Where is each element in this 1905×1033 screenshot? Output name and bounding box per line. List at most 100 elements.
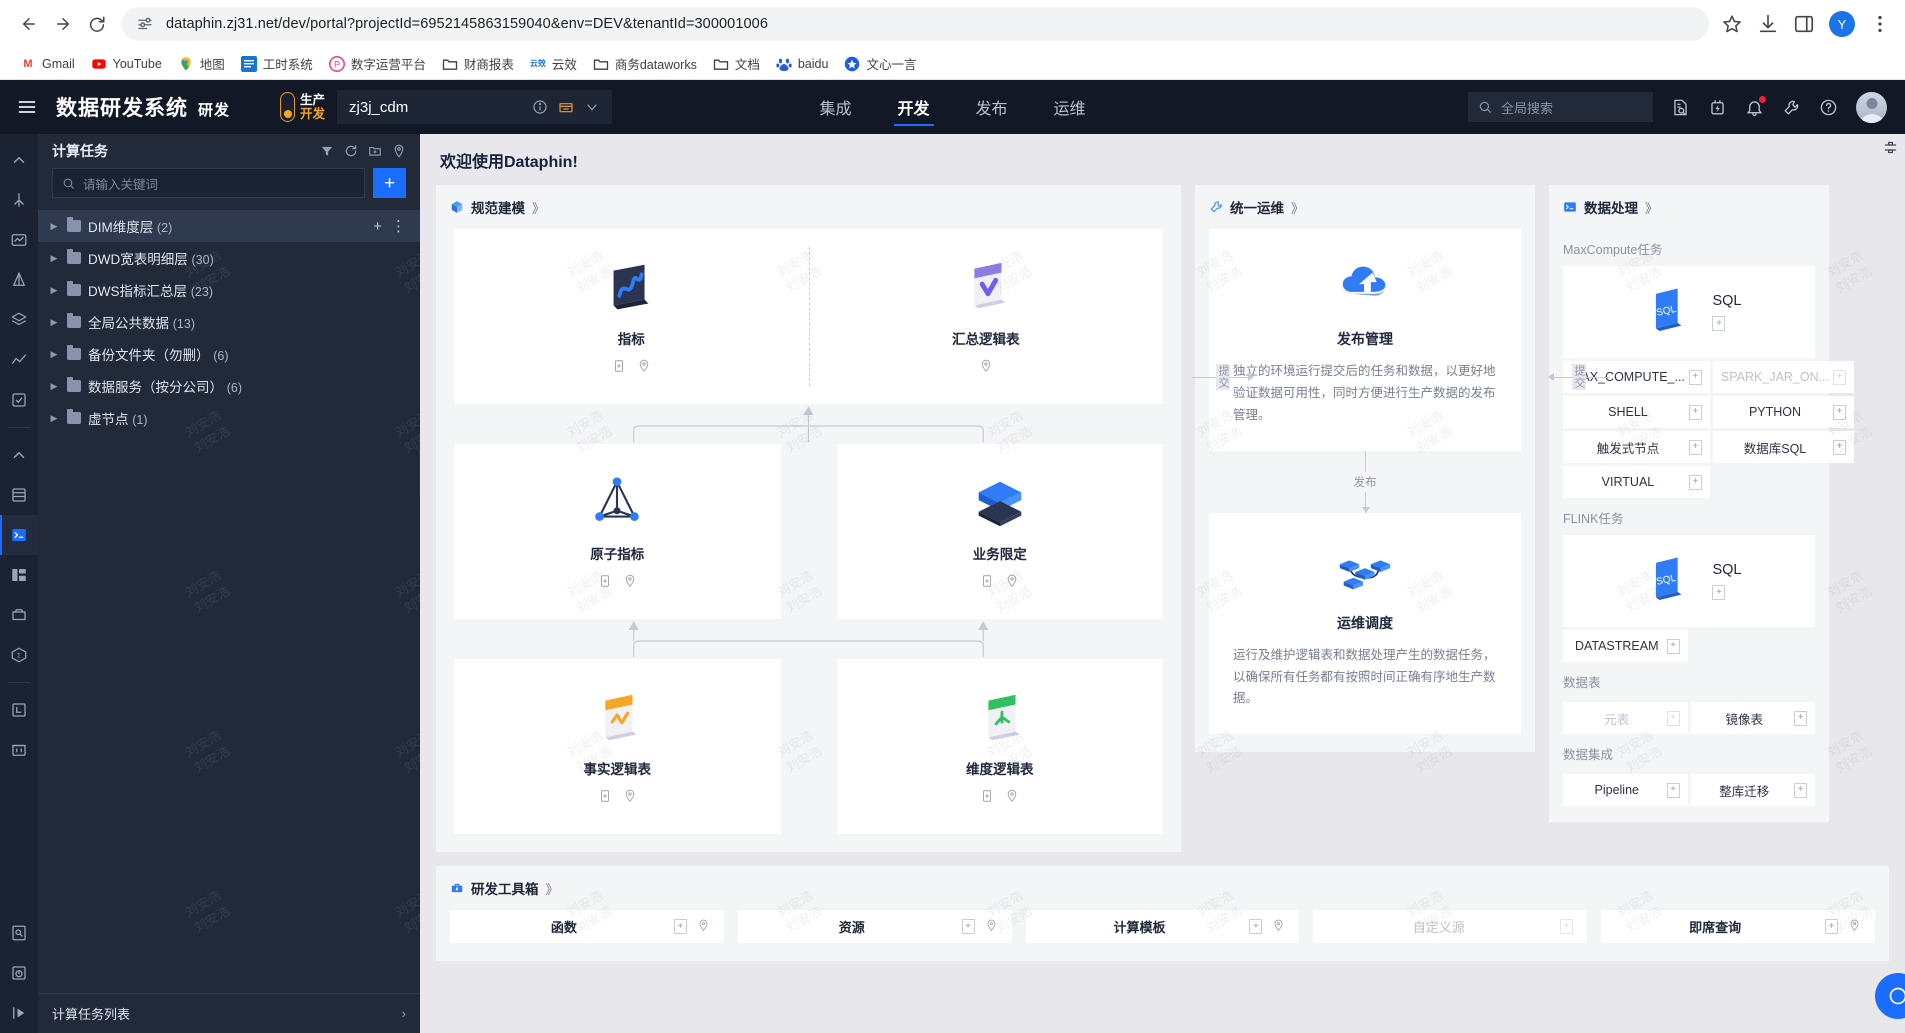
layout-toggle-icon[interactable] [1875, 134, 1905, 160]
user-avatar[interactable] [1856, 91, 1887, 123]
proc-item-datastream[interactable]: DATASTREAM + [1563, 630, 1688, 662]
proc-item-pipeline[interactable]: Pipeline + [1563, 774, 1688, 806]
rail-atomic-icon[interactable] [0, 260, 38, 300]
bookmark-item[interactable]: 云效 云效 [522, 51, 585, 76]
modeling-expand-chevrons[interactable]: 》 [532, 198, 545, 217]
bookmark-item[interactable]: baidu [768, 53, 837, 75]
side-panel-icon[interactable] [1793, 13, 1815, 35]
env-label-prod[interactable]: 生产 [300, 93, 325, 107]
env-switch-pill[interactable] [280, 92, 296, 122]
chevron-right-icon[interactable]: ▶ [48, 253, 60, 264]
locate-icon[interactable] [1272, 919, 1285, 935]
card-dimension-table[interactable]: 维度逻辑表 [836, 659, 1163, 834]
project-bank-icon[interactable] [558, 99, 574, 115]
proc-item-whole-db-migration[interactable]: 整库迁移 + [1690, 774, 1815, 806]
add-icon[interactable]: + [1794, 710, 1807, 726]
add-icon[interactable] [980, 574, 994, 591]
rail-model-icon[interactable] [0, 180, 38, 220]
browser-profile-avatar[interactable]: Y [1829, 11, 1855, 37]
tree-node-global-public[interactable]: ▶ 全局公共数据 (13) [38, 306, 420, 338]
toolbox-item-function[interactable]: 函数 + [450, 910, 724, 943]
add-icon[interactable]: + [1794, 782, 1807, 798]
rail-layers-icon[interactable] [0, 300, 38, 340]
bookmark-item[interactable]: M Gmail [12, 53, 83, 75]
add-icon[interactable]: + [1688, 474, 1702, 490]
sidebar-search-input[interactable]: 请输入关键词 [52, 168, 365, 198]
add-icon[interactable]: + [1666, 638, 1680, 654]
info-circle-icon[interactable] [532, 99, 548, 115]
tab-publish[interactable]: 发布 [972, 80, 1012, 134]
project-selector[interactable]: zj3j_cdm [337, 90, 613, 124]
chevron-right-icon[interactable]: ▶ [48, 349, 60, 360]
chevron-right-icon[interactable]: ▶ [48, 381, 60, 392]
tab-operations[interactable]: 运维 [1050, 80, 1090, 134]
tree-node-virtual[interactable]: ▶ 虚节点 (1) [38, 402, 420, 434]
bookmark-item[interactable]: 商务dataworks [585, 51, 705, 76]
bookmark-item[interactable]: 文心一言 [836, 51, 924, 76]
rail-expand-icon[interactable] [0, 993, 38, 1033]
rail-function-icon[interactable]: Σ [0, 635, 38, 675]
tab-integration[interactable]: 集成 [815, 80, 855, 134]
locate-icon[interactable] [623, 574, 637, 591]
help-circle-icon[interactable] [1819, 98, 1838, 117]
ops-expand-chevrons[interactable]: 》 [1291, 198, 1304, 217]
proc-item-database-sql[interactable]: 数据库SQL + [1712, 431, 1855, 463]
rail-compute-task-icon[interactable] [0, 515, 38, 555]
chevron-right-icon[interactable]: ▶ [48, 221, 60, 232]
chevron-right-icon[interactable]: ▶ [48, 285, 60, 296]
proc-item-virtual[interactable]: VIRTUAL + [1563, 466, 1710, 498]
bookmark-star-icon[interactable] [1721, 13, 1743, 35]
tree-node-data-service[interactable]: ▶ 数据服务（按分公司） (6) [38, 370, 420, 402]
more-icon[interactable]: ⋮ [391, 219, 406, 234]
card-fact-table[interactable]: 事实逻辑表 [454, 659, 781, 834]
add-icon[interactable] [612, 359, 626, 376]
sidebar-footer-compute-task-list[interactable]: 计算任务列表 › [38, 993, 420, 1033]
flink-sql-hero[interactable]: SQL SQL + [1563, 535, 1815, 627]
proc-item-python[interactable]: PYTHON + [1712, 396, 1855, 428]
download-icon[interactable] [1757, 13, 1779, 35]
processing-expand-chevrons[interactable]: 》 [1645, 198, 1658, 217]
toolbox-item-compute-template[interactable]: 计算模板 + [1025, 910, 1300, 943]
env-label-dev[interactable]: 开发 [300, 107, 325, 121]
card-summary-table[interactable]: 汇总逻辑表 [809, 229, 1164, 404]
environment-toggle[interactable]: 生产 开发 [280, 92, 325, 122]
rail-trend-icon[interactable] [0, 340, 38, 380]
help-fab-button[interactable] [1875, 973, 1905, 1019]
locate-icon[interactable] [637, 359, 651, 376]
tree-node-dws[interactable]: ▶ DWS指标汇总层 (23) [38, 274, 420, 306]
tab-development[interactable]: 开发 [893, 80, 934, 134]
toolbox-item-resource[interactable]: 资源 + [737, 910, 1012, 943]
chevron-right-icon[interactable]: ▶ [48, 413, 60, 424]
rail-quality-icon[interactable] [0, 380, 38, 420]
menu-toggle-icon[interactable] [0, 80, 54, 134]
tree-node-dim[interactable]: ▶ DIM维度层 (2) + ⋮ [38, 210, 420, 242]
bookmark-item[interactable]: P 数字运营平台 [321, 51, 434, 76]
toolbox-expand-chevrons[interactable]: 》 [546, 879, 559, 898]
add-icon[interactable]: + [1833, 404, 1847, 420]
locate-icon[interactable] [1848, 919, 1861, 935]
doc-search-icon[interactable] [1671, 98, 1690, 117]
card-publish-management[interactable]: 发布管理 独立的环境运行提交后的任务和数据，以更好地验证数据可用性，同时方便进行… [1209, 229, 1521, 451]
bell-icon[interactable] [1745, 95, 1766, 117]
add-icon[interactable]: + [1666, 782, 1680, 798]
add-icon[interactable]: + [1712, 585, 1726, 600]
bookmark-item[interactable]: 工时系统 [233, 51, 321, 76]
rail-metric-icon[interactable] [0, 220, 38, 260]
tree-node-dwd[interactable]: ▶ DWD宽表明细层 (30) [38, 242, 420, 274]
add-icon[interactable]: + [673, 919, 687, 934]
new-folder-icon[interactable] [368, 144, 382, 158]
add-icon[interactable] [980, 789, 994, 806]
back-button[interactable] [14, 9, 44, 39]
forward-button[interactable] [48, 9, 78, 39]
rail-search-doc-icon[interactable] [0, 913, 38, 953]
wrench-icon[interactable] [1782, 98, 1801, 117]
add-task-button[interactable]: + [373, 168, 406, 198]
locate-icon[interactable] [697, 919, 710, 935]
bookmark-item[interactable]: 文档 [705, 51, 768, 76]
address-bar[interactable]: dataphin.zj31.net/dev/portal?projectId=6… [122, 7, 1709, 41]
chevron-right-icon[interactable]: › [402, 1006, 406, 1021]
card-atomic-metric[interactable]: 原子指标 [454, 444, 781, 619]
proc-item-trigger-node[interactable]: 触发式节点 + [1563, 431, 1710, 463]
add-icon[interactable] [598, 789, 612, 806]
rail-inbox-icon[interactable] [0, 595, 38, 635]
